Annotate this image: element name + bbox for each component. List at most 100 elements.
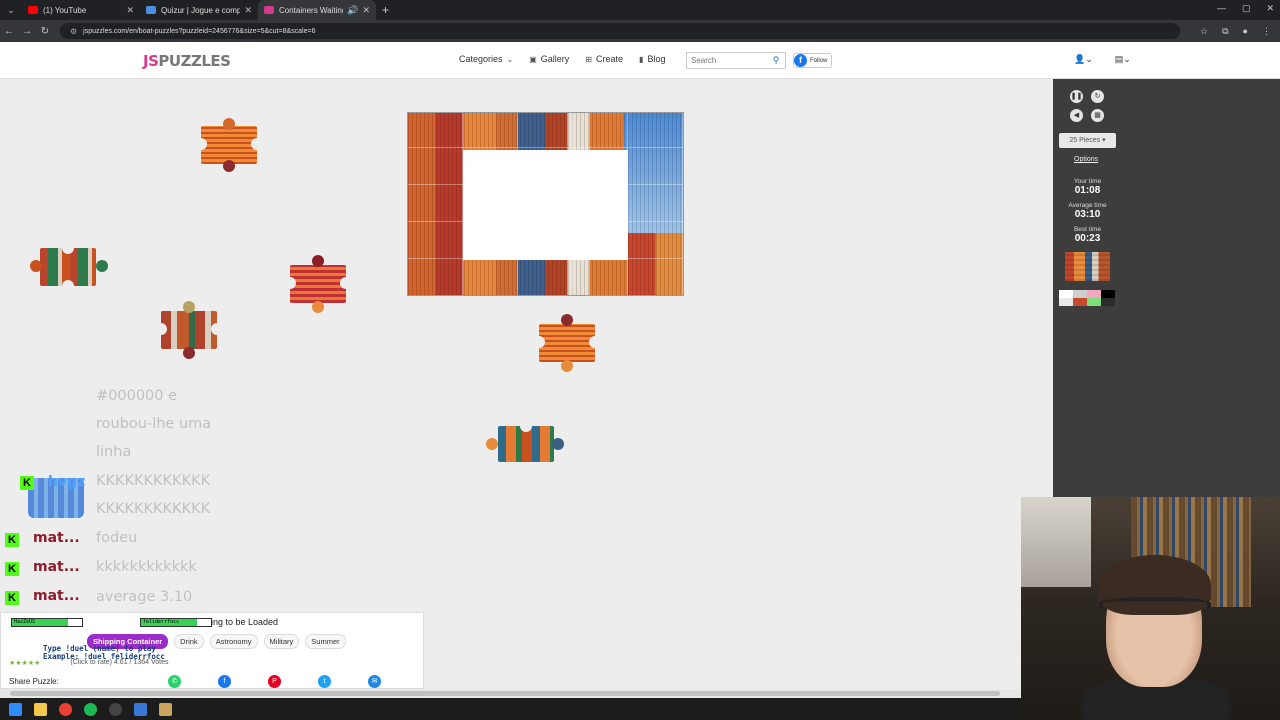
menu-icon[interactable]: ⋮ [1262,26,1271,37]
close-icon[interactable]: ✕ [244,5,252,16]
app-icon-2[interactable] [159,702,172,716]
tab-title: Containers Waiting to Be L [279,5,343,15]
spotify-icon[interactable] [84,702,97,716]
puzzle-piece[interactable] [30,242,108,292]
piece-knob [183,347,195,359]
speaker-icon[interactable]: 🔊 [347,5,358,16]
extensions-icon[interactable]: ⧉ [1222,26,1228,37]
kick-badge-icon: K [20,476,34,490]
puzzle-preview-thumbnail[interactable] [1065,252,1110,281]
nav-create[interactable]: ⊞ Create [585,54,623,64]
chat-message: roubou-lhe uma [96,416,212,432]
fullscreen-icon[interactable]: ▦ [1091,109,1104,122]
windows-start-icon[interactable] [9,702,22,716]
puzzle-piece[interactable] [533,314,601,372]
best-time-label: Best time [1073,226,1102,233]
site-info-icon[interactable]: ⚙ [70,27,77,36]
nav-label: Categories [459,54,503,64]
url-field[interactable]: ⚙ jspuzzles.com/en/boat-puzzles?puzzleid… [60,23,1180,39]
color-swatch[interactable] [1073,298,1087,306]
gallery-icon: ▣ [529,54,537,64]
chevron-down-icon: ⌄ [506,54,514,64]
tag-astronomy[interactable]: Astronomy [209,634,258,649]
facebook-follow-button[interactable]: f Follow [793,53,833,68]
pause-icon[interactable]: ❚❚ [1070,90,1083,103]
tab-list-icon[interactable]: ⌄ [0,5,22,16]
tag-drink[interactable]: Drink [174,634,204,649]
piece-knob [223,118,235,130]
app-icon[interactable] [134,702,147,716]
bookmark-star-icon[interactable]: ☆ [1200,26,1208,37]
tab-jspuzzles[interactable]: Containers Waiting to Be L 🔊 ✕ [258,0,376,20]
horizontal-scrollbar[interactable] [0,689,1021,698]
nav-categories[interactable]: Categories ⌄ [459,54,513,64]
rating-value: 4.61 / 1364 Votes [113,659,169,666]
back-icon[interactable]: ← [0,26,18,37]
color-swatch[interactable] [1101,290,1115,298]
sound-icon[interactable]: ◀ [1070,109,1083,122]
tab-quizur[interactable]: Quizur | Jogue e compartilhe q ✕ [140,0,258,20]
header-right: 👤⌄ ▤⌄ [1074,54,1131,65]
maximize-icon[interactable]: ▢ [1242,3,1251,14]
color-swatch[interactable] [1059,290,1073,298]
kick-badge-icon: K [5,533,19,547]
tab-youtube[interactable]: (1) YouTube ✕ [22,0,140,20]
scrollbar-thumb[interactable] [10,691,1000,696]
email-icon[interactable]: ✉ [368,675,381,688]
duel-health-bar-left: HazZeUS [11,618,83,627]
obs-icon[interactable] [109,702,122,716]
color-swatch[interactable] [1087,290,1101,298]
search-icon[interactable]: ⚲ [767,53,785,68]
pinterest-icon[interactable]: P [268,675,281,688]
piece-hole [62,242,74,254]
piece-knob [312,255,324,267]
chat-username: mat... [33,559,80,575]
user-menu-icon[interactable]: 👤⌄ [1074,54,1093,65]
nav-label: Blog [647,54,666,64]
whatsapp-icon[interactable]: ✆ [168,675,181,688]
new-tab-button[interactable]: + [382,3,389,17]
reload-icon[interactable]: ↻ [36,26,54,37]
nav-blog[interactable]: ▮ Blog [639,54,665,64]
piece-hole [211,323,223,335]
search-input[interactable] [687,53,767,68]
piece-knob [552,438,564,450]
url-text: jspuzzles.com/en/boat-puzzles?puzzleid=2… [83,27,316,35]
piece-hole [589,336,601,348]
options-link[interactable]: Options [1074,156,1098,163]
restart-icon[interactable]: ↻ [1091,90,1104,103]
puzzle-frame[interactable] [407,112,684,296]
minimize-icon[interactable]: — [1217,3,1226,14]
puzzle-piece[interactable] [195,118,263,172]
click-to-rate[interactable]: (Click to rate) [70,659,112,666]
tag-military[interactable]: Military [263,634,300,649]
your-time-value: 01:08 [1074,185,1101,196]
piece-knob [30,260,42,272]
profile-icon[interactable]: ● [1243,26,1248,37]
star-rating-icon[interactable]: ★★★★★ [9,659,40,667]
forward-icon[interactable]: → [18,26,36,37]
jspuzzles-favicon-icon [264,6,274,14]
twitter-icon[interactable]: t [318,675,331,688]
chrome-icon[interactable] [59,702,72,716]
site-logo[interactable]: JSPUZZLES [143,52,231,70]
average-time-label: Average time [1068,202,1107,209]
close-icon[interactable]: ✕ [362,5,370,16]
pieces-dropdown[interactable]: 25 Pieces ▾ [1059,133,1116,148]
close-window-icon[interactable]: ✕ [1266,3,1274,14]
duel-health-bar-right: feliderrfocc [140,618,212,627]
tag-summer[interactable]: Summer [305,634,346,649]
color-swatch[interactable] [1101,298,1115,306]
your-time-label: Your time [1073,178,1102,185]
close-icon[interactable]: ✕ [126,5,134,16]
puzzle-piece[interactable] [486,420,564,462]
file-explorer-icon[interactable] [34,702,47,716]
nav-gallery[interactable]: ▣ Gallery [529,54,569,64]
puzzle-piece[interactable] [155,301,223,359]
language-flag-icon[interactable]: ▤⌄ [1115,54,1131,65]
color-swatch[interactable] [1059,298,1073,306]
color-swatch[interactable] [1073,290,1087,298]
puzzle-piece[interactable] [284,255,352,313]
facebook-icon[interactable]: f [218,675,231,688]
color-swatch[interactable] [1087,298,1101,306]
